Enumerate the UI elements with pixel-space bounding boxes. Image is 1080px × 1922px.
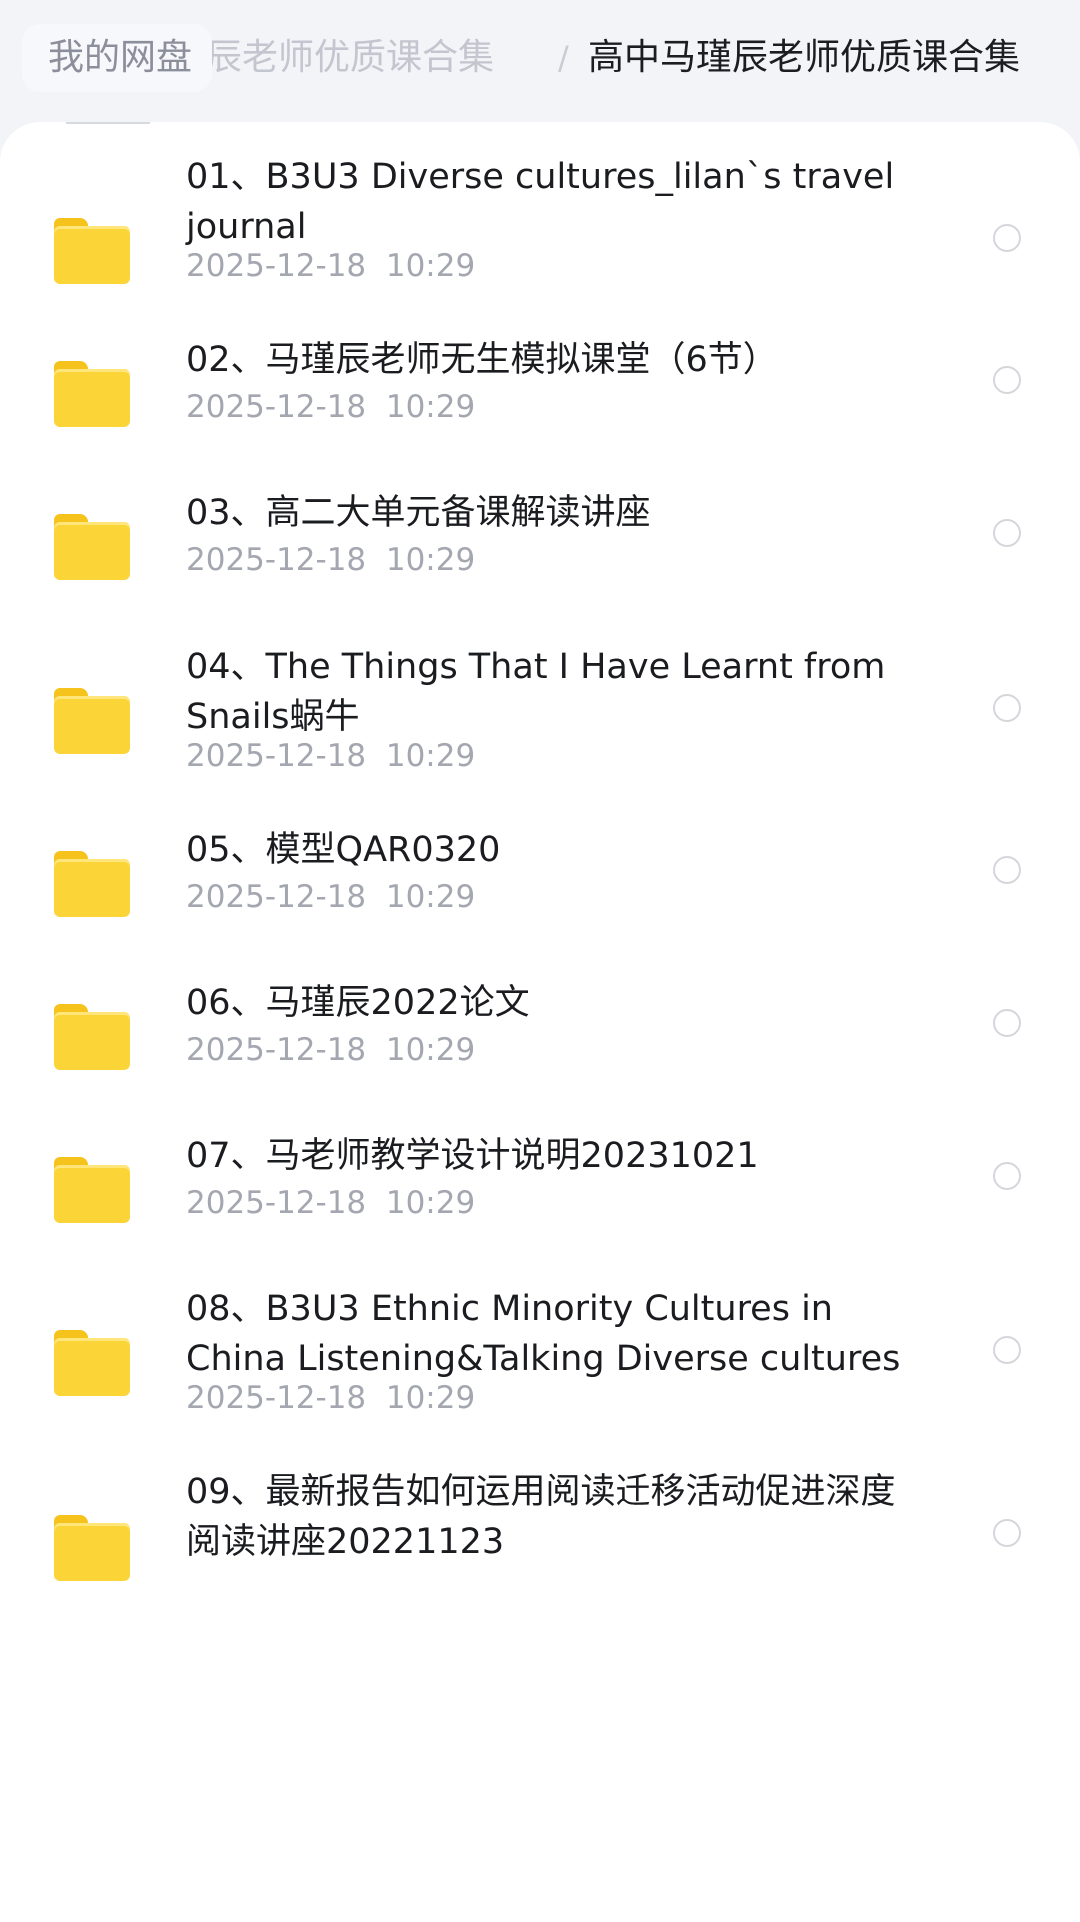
file-row[interactable]: 01、B3U3 Diverse cultures_lilan`s travel … xyxy=(0,152,1080,322)
file-date: 2025-12-18 10:29 xyxy=(186,1380,476,1416)
file-row[interactable]: 09、最新报告如何运用阅读迁移活动促进深度阅读讲座20221123 xyxy=(0,1467,1080,1607)
file-name: 04、The Things That I Have Learnt from Sn… xyxy=(186,647,886,737)
file-name: 02、马瑾辰老师无生模拟课堂（6节） xyxy=(186,340,778,380)
file-name: 05、模型QAR0320 xyxy=(186,830,501,870)
breadcrumb-separator: / xyxy=(558,39,569,77)
file-date: 2025-12-18 10:29 xyxy=(186,248,476,284)
select-radio-icon[interactable] xyxy=(993,1519,1021,1547)
folder-icon xyxy=(54,1515,130,1581)
select-radio-icon[interactable] xyxy=(993,1009,1021,1037)
file-name: 07、马老师教学设计说明20231021 xyxy=(186,1136,759,1176)
folder-icon xyxy=(54,1004,130,1070)
select-radio-icon[interactable] xyxy=(993,519,1021,547)
select-radio-icon[interactable] xyxy=(993,694,1021,722)
select-radio-icon[interactable] xyxy=(993,366,1021,394)
folder-icon xyxy=(54,218,130,284)
folder-icon xyxy=(54,514,130,580)
folder-icon xyxy=(54,851,130,917)
file-name: 08、B3U3 Ethnic Minority Cultures in Chin… xyxy=(186,1289,901,1379)
file-row[interactable]: 06、马瑾辰2022论文 2025-12-18 10:29 xyxy=(0,978,1080,1088)
select-radio-icon[interactable] xyxy=(993,224,1021,252)
file-date: 2025-12-18 10:29 xyxy=(186,879,476,915)
folder-icon xyxy=(54,688,130,754)
select-radio-icon[interactable] xyxy=(993,1162,1021,1190)
breadcrumb-current: 高中马瑾辰老师优质课合集 xyxy=(588,37,1021,78)
file-row[interactable]: 03、高二大单元备课解读讲座 2025-12-18 10:29 xyxy=(0,488,1080,598)
select-radio-icon[interactable] xyxy=(993,1336,1021,1364)
folder-icon xyxy=(54,1157,130,1223)
file-date: 2025-12-18 10:29 xyxy=(186,389,476,425)
file-name: 06、马瑾辰2022论文 xyxy=(186,983,530,1023)
file-row[interactable]: 07、马老师教学设计说明20231021 2025-12-18 10:29 xyxy=(0,1131,1080,1241)
breadcrumb: 我的网盘 瑾辰老师优质课合集 / 高中马瑾辰老师优质课合集 xyxy=(0,0,1080,124)
file-name: 03、高二大单元备课解读讲座 xyxy=(186,493,651,533)
file-date: 2025-12-18 10:29 xyxy=(186,542,476,578)
file-row[interactable]: 05、模型QAR0320 2025-12-18 10:29 xyxy=(0,825,1080,935)
file-name: 01、B3U3 Diverse cultures_lilan`s travel … xyxy=(186,157,895,247)
file-list: 01、B3U3 Diverse cultures_lilan`s travel … xyxy=(0,122,1080,1922)
file-date: 2025-12-18 10:29 xyxy=(186,1032,476,1068)
folder-icon xyxy=(54,361,130,427)
file-date: 2025-12-18 10:29 xyxy=(186,1185,476,1221)
drag-handle xyxy=(66,122,150,124)
file-name: 09、最新报告如何运用阅读迁移活动促进深度阅读讲座20221123 xyxy=(186,1472,896,1562)
folder-icon xyxy=(54,1330,130,1396)
file-row[interactable]: 08、B3U3 Ethnic Minority Cultures in Chin… xyxy=(0,1284,1080,1444)
breadcrumb-parent[interactable]: 瑾辰老师优质课合集 xyxy=(170,34,550,82)
file-row[interactable]: 04、The Things That I Have Learnt from Sn… xyxy=(0,642,1080,802)
select-radio-icon[interactable] xyxy=(993,856,1021,884)
file-row[interactable]: 02、马瑾辰老师无生模拟课堂（6节） 2025-12-18 10:29 xyxy=(0,335,1080,445)
breadcrumb-root[interactable]: 我的网盘 xyxy=(22,24,213,92)
file-date: 2025-12-18 10:29 xyxy=(186,738,476,774)
